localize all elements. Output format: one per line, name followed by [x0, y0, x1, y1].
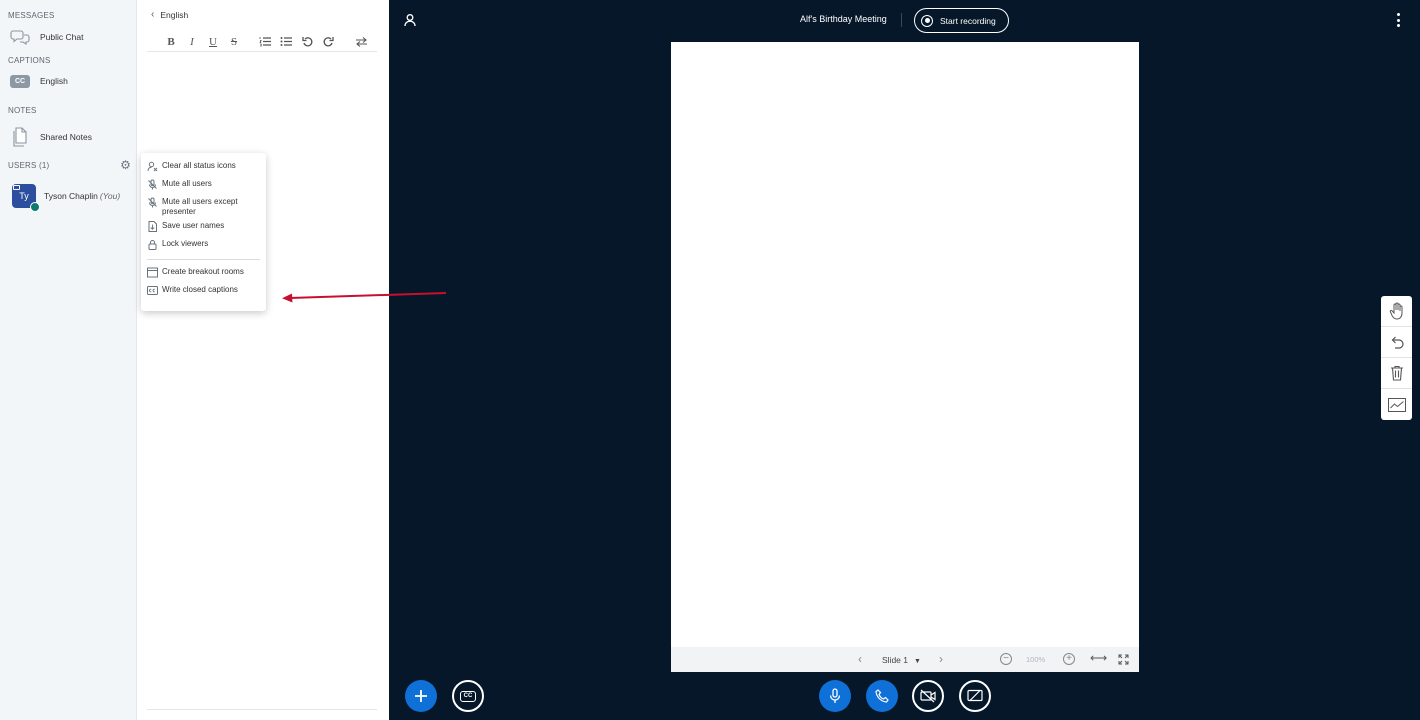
microphone-icon — [829, 688, 841, 703]
presentation-area: Alf's Birthday Meeting Start recording ‹… — [389, 0, 1420, 720]
text-direction-icon[interactable] — [353, 34, 369, 50]
notes-section-title: NOTES — [8, 106, 37, 115]
breakout-rooms-icon — [147, 267, 158, 278]
microphone-button[interactable] — [819, 680, 851, 712]
undo-annotation-icon[interactable] — [1381, 327, 1412, 358]
public-chat-label: Public Chat — [40, 32, 84, 42]
zoom-in-button[interactable]: + — [1063, 653, 1075, 665]
presentation-slide[interactable] — [671, 42, 1139, 647]
clear-status-icon — [147, 161, 158, 172]
editor-toolbar: B I U S — [147, 32, 377, 52]
bold-button[interactable]: B — [163, 34, 179, 50]
record-icon — [921, 14, 933, 27]
bullet-list-icon[interactable] — [278, 34, 294, 50]
menu-item-mute-all[interactable]: Mute all users — [141, 177, 266, 195]
zoom-level: 100% — [1026, 655, 1046, 664]
mute-icon — [147, 179, 158, 190]
share-webcam-button[interactable] — [912, 680, 944, 712]
user-options-menu: Clear all status icons Mute all users Mu… — [141, 153, 266, 311]
multi-user-whiteboard-icon[interactable] — [1381, 389, 1412, 420]
editor-divider — [147, 709, 377, 710]
slide-select[interactable]: Slide 1 ▼ — [882, 655, 921, 665]
avatar-initials: Ty — [19, 191, 29, 201]
zoom-out-button[interactable]: − — [1000, 653, 1012, 665]
chevron-left-icon: ‹ — [151, 9, 155, 20]
user-list-toggle-icon[interactable] — [403, 13, 417, 27]
presenter-icon — [13, 185, 20, 190]
you-label: (You) — [99, 191, 121, 201]
fullscreen-icon[interactable] — [1118, 654, 1129, 665]
captions-english-item[interactable]: CC English — [10, 71, 68, 91]
whiteboard-toolbar — [1381, 296, 1412, 420]
share-screen-button[interactable] — [959, 680, 991, 712]
menu-item-save-user-names[interactable]: Save user names — [141, 219, 266, 237]
lock-icon — [147, 239, 158, 250]
leave-audio-button[interactable] — [866, 680, 898, 712]
options-menu-icon[interactable] — [1394, 13, 1402, 27]
menu-item-create-breakout-rooms[interactable]: Create breakout rooms — [141, 265, 266, 283]
shared-notes-label: Shared Notes — [40, 132, 92, 142]
captions-back-label: English — [160, 9, 189, 20]
slide-controls-bar: ‹ Slide 1 ▼ › − 100% + ⟷ — [671, 647, 1139, 672]
menu-item-lock-viewers[interactable]: Lock viewers — [141, 237, 266, 255]
underline-button[interactable]: U — [205, 34, 221, 50]
next-slide-icon[interactable]: › — [939, 652, 943, 666]
menu-item-clear-status[interactable]: Clear all status icons — [141, 159, 266, 177]
download-document-icon — [147, 221, 158, 232]
captions-editor-panel: ‹ English B I U S — [137, 0, 389, 720]
captions-back-button[interactable]: ‹ English — [151, 9, 188, 20]
menu-item-write-closed-captions[interactable]: Write closed captions — [141, 283, 266, 301]
redo-icon[interactable] — [320, 34, 336, 50]
messages-section-title: MESSAGES — [8, 11, 55, 20]
closed-captions-toggle-button[interactable]: CC — [452, 680, 484, 712]
captions-section-title: CAPTIONS — [8, 56, 51, 65]
ordered-list-icon[interactable] — [257, 34, 273, 50]
hand-tool-icon[interactable] — [1381, 296, 1412, 327]
menu-divider — [147, 259, 260, 260]
actions-plus-button[interactable] — [405, 680, 437, 712]
previous-slide-icon[interactable]: ‹ — [858, 652, 862, 666]
meeting-title: Alf's Birthday Meeting — [800, 14, 887, 24]
gear-icon[interactable]: ⚙ — [119, 159, 132, 172]
trash-icon[interactable] — [1381, 358, 1412, 389]
undo-icon[interactable] — [299, 34, 315, 50]
video-off-icon — [920, 689, 936, 703]
phone-icon — [875, 689, 889, 703]
mute-icon — [147, 197, 158, 208]
start-recording-button[interactable]: Start recording — [914, 8, 1009, 33]
notes-document-icon — [10, 127, 30, 147]
voice-status-icon — [30, 202, 40, 212]
closed-captions-icon: CC — [460, 690, 476, 702]
chat-icon — [10, 27, 30, 47]
shared-notes-item[interactable]: Shared Notes — [10, 127, 92, 147]
captions-english-label: English — [40, 76, 68, 86]
users-section-title: USERS (1) — [8, 161, 50, 170]
public-chat-item[interactable]: Public Chat — [10, 27, 83, 47]
start-recording-label: Start recording — [940, 15, 996, 26]
screenshare-off-icon — [967, 689, 983, 702]
menu-item-mute-except-presenter[interactable]: Mute all users except presenter — [141, 195, 266, 219]
user-name: Tyson Chaplin (You) — [44, 191, 121, 201]
annotation-arrow — [282, 292, 447, 303]
strikethrough-button[interactable]: S — [226, 34, 242, 50]
user-list-item[interactable]: Ty Tyson Chaplin (You) — [12, 184, 121, 212]
fit-width-icon[interactable]: ⟷ — [1090, 651, 1107, 665]
italic-button[interactable]: I — [184, 34, 200, 50]
closed-captions-icon: CC — [10, 71, 30, 91]
closed-captions-icon — [147, 285, 158, 296]
header-divider — [901, 13, 902, 27]
caret-down-icon: ▼ — [914, 658, 921, 665]
avatar: Ty — [12, 184, 40, 212]
user-list-panel: MESSAGES Public Chat CAPTIONS CC English… — [0, 0, 137, 720]
